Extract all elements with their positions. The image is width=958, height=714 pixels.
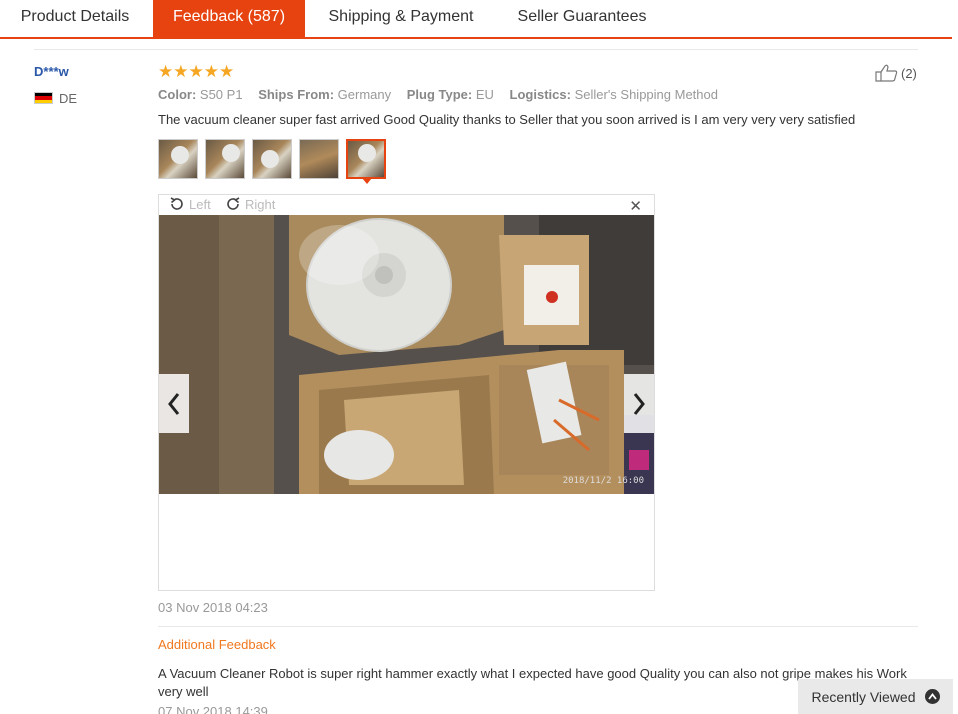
chevron-left-icon [168,392,180,415]
chevron-right-icon [633,392,645,415]
recently-viewed-label: Recently Viewed [811,688,916,705]
rotate-right-icon [227,197,240,210]
photo-timestamp: 2018/11/2 16:00 [562,476,644,486]
tab-shipping-payment[interactable]: Shipping & Payment [306,0,496,37]
attr-value: Seller's Shipping Method [574,87,718,102]
attr-label: Logistics: [509,87,571,102]
review-text: The vacuum cleaner super fast arrived Go… [158,112,856,127]
rotate-left-button[interactable]: Left [169,196,211,212]
rotate-right-button[interactable]: Right [225,196,275,212]
previous-photo-button[interactable] [159,374,189,433]
review-date: 03 Nov 2018 04:23 [158,600,268,615]
reviewer-country: DE [59,91,78,106]
photo-thumbnails [158,139,386,179]
review-attributes: Color: S50 P1 Ships From: Germany Plug T… [158,87,730,102]
star-rating: ★★★★★ [158,62,235,81]
photo-thumbnail[interactable] [252,139,292,179]
image-viewer: Left Right ✕ 2018/11/2 16:00 [158,194,655,591]
divider [34,49,918,50]
rotate-left-label: Left [189,196,211,212]
germany-flag-icon [34,92,53,104]
photo-thumbnail-selected[interactable] [346,139,386,179]
reviewer-name[interactable]: D***w [34,64,69,79]
review-photo-image [159,215,654,494]
attr-label: Ships From: [258,87,335,102]
selected-indicator [362,178,372,184]
next-photo-button[interactable] [624,374,654,433]
attr-value: EU [475,87,494,102]
tab-feedback[interactable]: Feedback (587) [153,0,305,37]
rotate-left-icon [170,197,183,210]
thumbs-up-icon [875,64,898,82]
helpful-button[interactable]: (2) [875,64,917,82]
attr-value: S50 P1 [199,87,243,102]
attr-value: Germany [337,87,392,102]
tab-product-details[interactable]: Product Details [0,0,150,37]
rotate-right-label: Right [245,196,276,212]
close-icon[interactable]: ✕ [629,197,642,215]
chevron-up-icon [924,689,940,704]
additional-feedback-title: Additional Feedback [158,637,276,652]
photo-thumbnail[interactable] [299,139,339,179]
review-photo: 2018/11/2 16:00 [159,215,654,494]
attr-label: Plug Type: [406,87,473,102]
viewer-toolbar: Left Right ✕ [159,195,654,215]
photo-thumbnail[interactable] [205,139,245,179]
divider [158,626,918,627]
photo-thumbnail[interactable] [158,139,198,179]
additional-feedback-date: 07 Nov 2018 14:39 [158,704,268,714]
helpful-count: (2) [901,65,917,81]
recently-viewed-button[interactable]: Recently Viewed [798,679,953,714]
tab-seller-guarantees[interactable]: Seller Guarantees [496,0,668,37]
tab-bar: Product Details Feedback (587) Shipping … [0,0,952,39]
attr-label: Color: [158,87,197,102]
